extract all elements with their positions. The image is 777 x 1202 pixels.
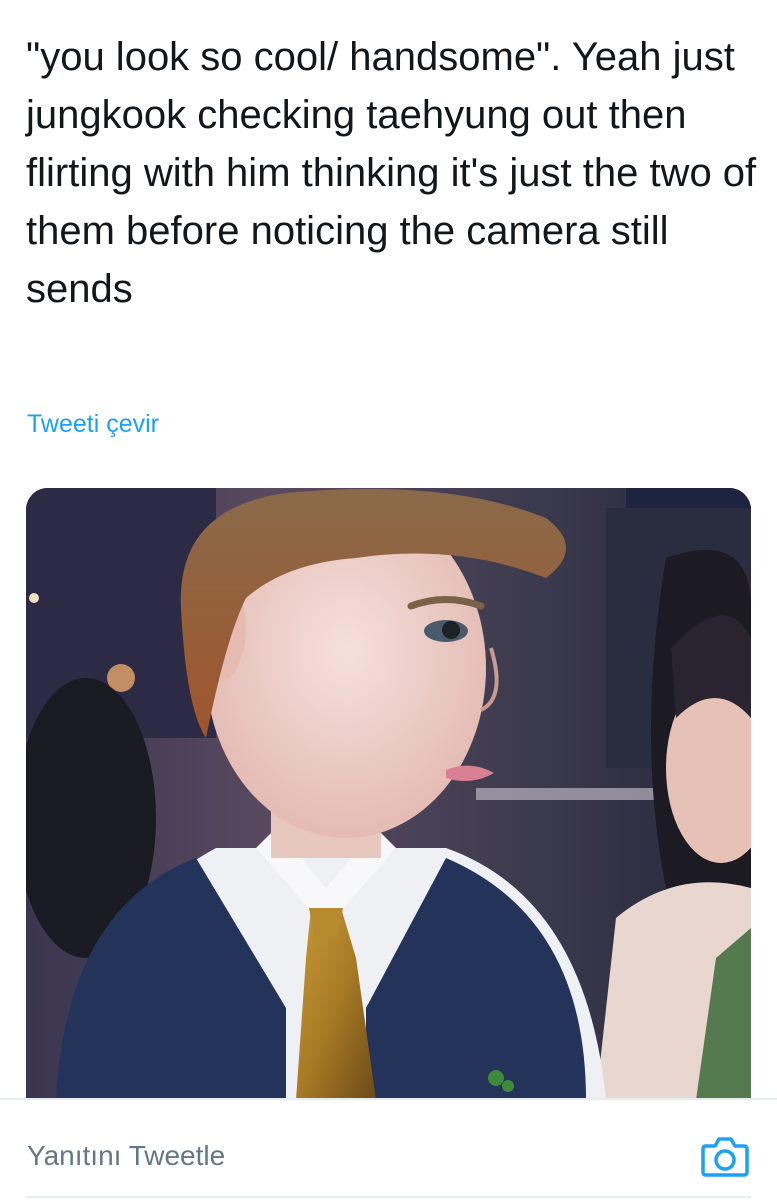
camera-icon[interactable] — [700, 1134, 750, 1178]
reply-input[interactable]: Yanıtını Tweetle — [27, 1140, 225, 1172]
reply-bar: Yanıtını Tweetle — [0, 1098, 777, 1202]
tweet-text: "you look so cool/ handsome". Yeah just … — [26, 35, 757, 311]
video-still-illustration — [26, 488, 751, 1100]
tweet-media-image[interactable] — [26, 488, 751, 1100]
translate-tweet-link[interactable]: Tweeti çevir — [27, 410, 159, 439]
bottom-divider — [26, 1196, 751, 1198]
